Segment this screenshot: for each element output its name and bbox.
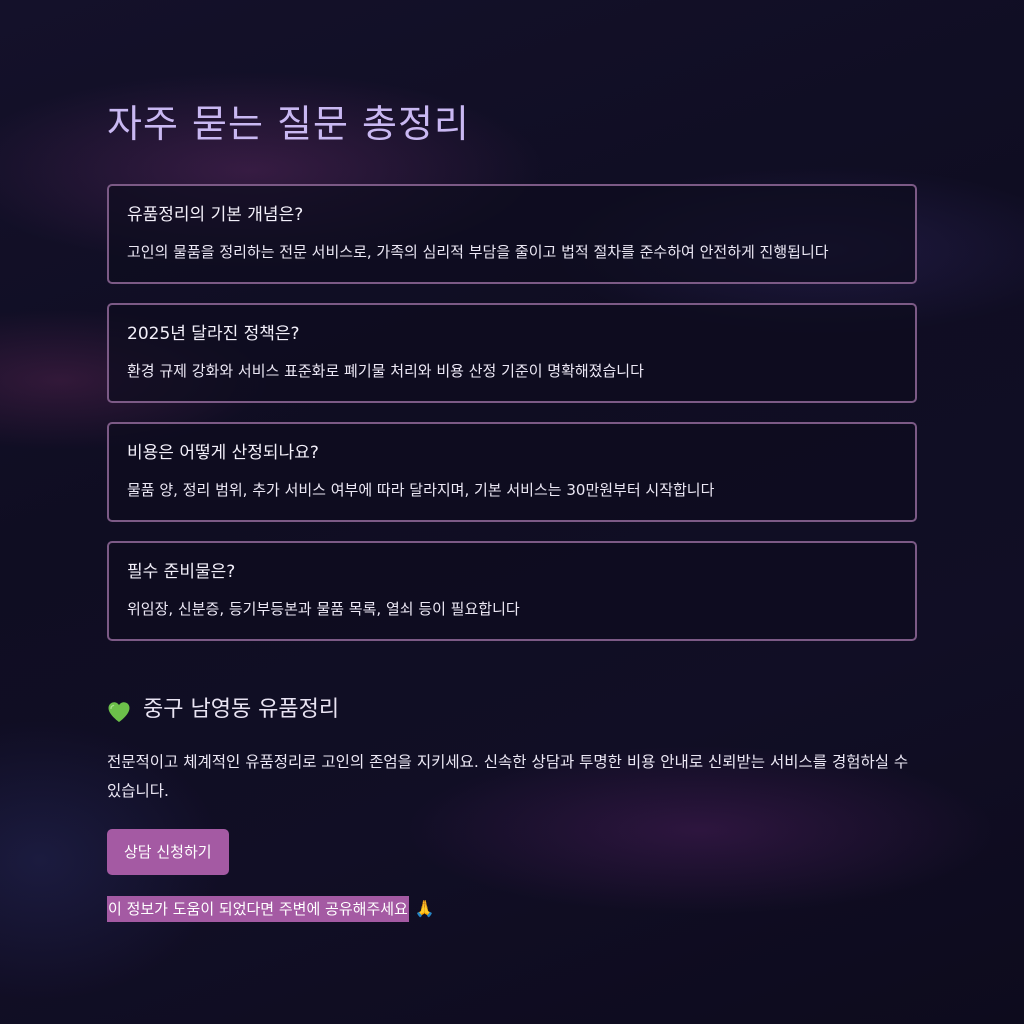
green-heart-icon — [107, 699, 131, 722]
faq-item: 필수 준비물은? 위임장, 신분증, 등기부등본과 물품 목록, 열쇠 등이 필… — [107, 541, 917, 641]
folded-hands-icon: 🙏 — [414, 899, 435, 918]
consultation-button[interactable]: 상담 신청하기 — [107, 829, 229, 875]
share-message: 이 정보가 도움이 되었다면 주변에 공유해주세요 🙏 — [107, 896, 917, 922]
faq-question: 비용은 어떻게 산정되나요? — [127, 443, 319, 463]
faq-answer: 위임장, 신분증, 등기부등본과 물품 목록, 열쇠 등이 필요합니다 — [127, 600, 520, 618]
share-text: 이 정보가 도움이 되었다면 주변에 공유해주세요 — [107, 896, 409, 922]
faq-answer: 고인의 물품을 정리하는 전문 서비스로, 가족의 심리적 부담을 줄이고 법적… — [127, 243, 829, 261]
faq-answer: 환경 규제 강화와 서비스 표준화로 폐기물 처리와 비용 산정 기준이 명확해… — [127, 362, 644, 380]
faq-item: 2025년 달라진 정책은? 환경 규제 강화와 서비스 표준화로 폐기물 처리… — [107, 303, 917, 403]
page-title: 자주 묻는 질문 총정리 — [107, 102, 470, 146]
faq-list: 유품정리의 기본 개념은? 고인의 물품을 정리하는 전문 서비스로, 가족의 … — [107, 184, 917, 660]
faq-item: 비용은 어떻게 산정되나요? 물품 양, 정리 범위, 추가 서비스 여부에 따… — [107, 422, 917, 522]
faq-question: 유품정리의 기본 개념은? — [127, 205, 304, 225]
faq-question: 2025년 달라진 정책은? — [127, 324, 300, 344]
section-description: 전문적이고 체계적인 유품정리로 고인의 존엄을 지키세요. 신속한 상담과 투… — [107, 753, 909, 800]
faq-item: 유품정리의 기본 개념은? 고인의 물품을 정리하는 전문 서비스로, 가족의 … — [107, 184, 917, 284]
service-section: 중구 남영동 유품정리 전문적이고 체계적인 유품정리로 고인의 존엄을 지키세… — [107, 692, 917, 922]
section-heading: 중구 남영동 유품정리 — [107, 692, 917, 728]
section-heading-text: 중구 남영동 유품정리 — [143, 697, 340, 722]
faq-answer: 물품 양, 정리 범위, 추가 서비스 여부에 따라 달라지며, 기본 서비스는… — [127, 481, 715, 499]
faq-question: 필수 준비물은? — [127, 562, 236, 582]
